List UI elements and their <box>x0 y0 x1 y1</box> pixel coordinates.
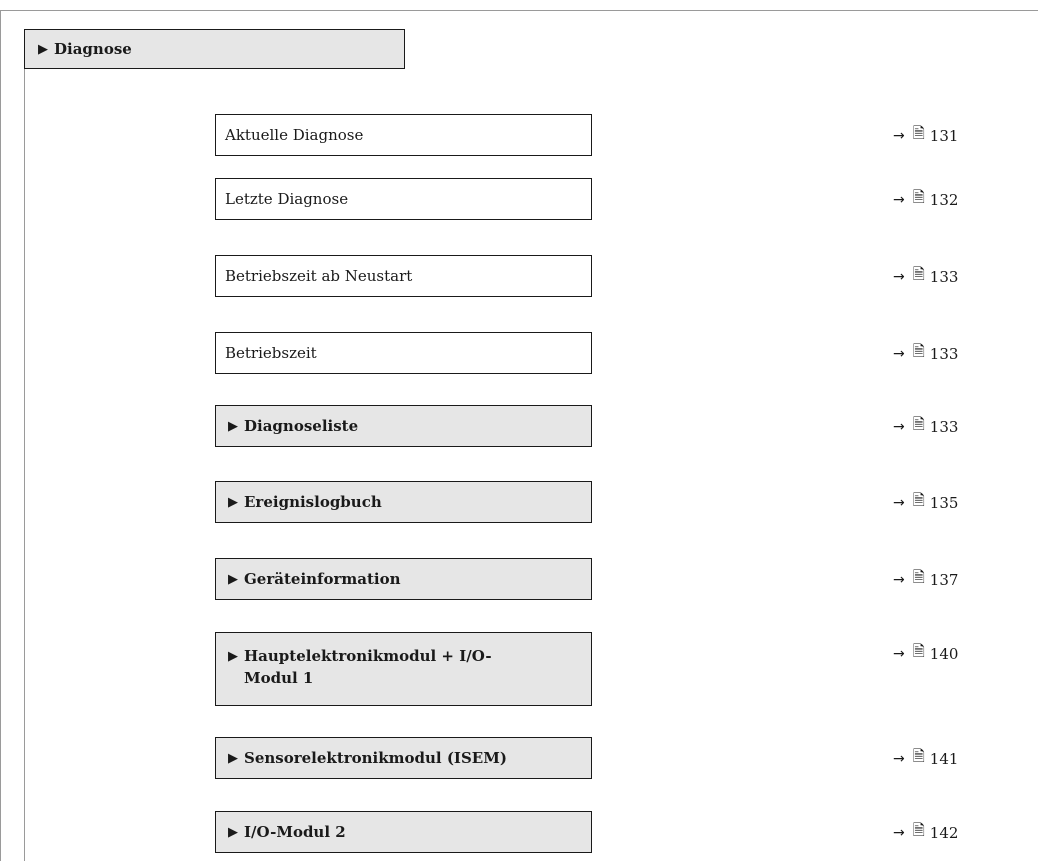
page-reference-icon: 🗎 <box>912 415 925 433</box>
param-label: Betriebszeit <box>225 344 317 362</box>
page-reference-icon: 🗎 <box>912 642 925 660</box>
arrow-right-icon: → <box>893 191 905 208</box>
param-label: Betriebszeit ab Neustart <box>225 267 413 285</box>
submenu-sensorelektronikmodul-isem[interactable]: ▶ Sensorelektronikmodul (ISEM) <box>215 737 592 779</box>
submenu-geraeteinformation[interactable]: ▶ Geräteinformation <box>215 558 592 600</box>
submenu-triangle-icon: ▶ <box>228 494 238 510</box>
page-reference[interactable]: → 🗎 133 <box>893 414 1013 439</box>
frame-top-border <box>0 10 1038 11</box>
submenu-label-line-1: Hauptelektronikmodul + I/O- <box>244 647 492 665</box>
page-number: 132 <box>929 190 959 209</box>
arrow-right-icon: → <box>893 127 905 144</box>
submenu-label-line-2: Modul 1 <box>244 669 314 687</box>
param-letzte-diagnose[interactable]: Letzte Diagnose <box>215 178 592 220</box>
submenu-label: Geräteinformation <box>244 570 401 588</box>
submenu-hauptelektronikmodul-io-modul-1[interactable]: ▶ Hauptelektronikmodul + I/O- Modul 1 <box>215 632 592 706</box>
param-aktuelle-diagnose[interactable]: Aktuelle Diagnose <box>215 114 592 156</box>
page-number: 142 <box>929 823 959 842</box>
page-number: 131 <box>929 126 959 145</box>
page-reference[interactable]: → 🗎 135 <box>893 490 1013 515</box>
arrow-right-icon: → <box>893 494 905 511</box>
page-reference-icon: 🗎 <box>912 124 925 142</box>
page-number: 135 <box>929 493 959 512</box>
submenu-label: Sensorelektronikmodul (ISEM) <box>244 749 507 767</box>
submenu-triangle-icon: ▶ <box>228 571 238 587</box>
arrow-right-icon: → <box>893 345 905 362</box>
param-label: Letzte Diagnose <box>225 190 349 208</box>
submenu-label: Diagnoseliste <box>244 417 359 435</box>
arrow-right-icon: → <box>893 750 905 767</box>
param-betriebszeit-ab-neustart[interactable]: Betriebszeit ab Neustart <box>215 255 592 297</box>
frame-left-border <box>0 10 1 861</box>
page-reference-icon: 🗎 <box>912 821 925 839</box>
page-reference-icon: 🗎 <box>912 491 925 509</box>
submenu-label: Ereignislogbuch <box>244 493 382 511</box>
submenu-triangle-icon: ▶ <box>228 824 238 840</box>
submenu-label: I/O-Modul 2 <box>244 823 346 841</box>
tree-connector-line <box>24 69 25 861</box>
submenu-triangle-icon: ▶ <box>228 649 238 664</box>
submenu-label: Hauptelektronikmodul + I/O- Modul 1 <box>244 645 492 689</box>
submenu-triangle-icon: ▶ <box>38 41 48 57</box>
menu-diagnose[interactable]: ▶ Diagnose <box>24 29 405 69</box>
page-reference[interactable]: → 🗎 133 <box>893 264 1013 289</box>
page-reference[interactable]: → 🗎 140 <box>893 641 1013 666</box>
page-number: 133 <box>929 267 959 286</box>
submenu-io-modul-2[interactable]: ▶ I/O-Modul 2 <box>215 811 592 853</box>
page-reference-icon: 🗎 <box>912 342 925 360</box>
submenu-diagnoseliste[interactable]: ▶ Diagnoseliste <box>215 405 592 447</box>
page-number: 137 <box>929 570 959 589</box>
page-reference[interactable]: → 🗎 142 <box>893 820 1013 845</box>
page-number: 140 <box>929 644 959 663</box>
page-reference[interactable]: → 🗎 133 <box>893 341 1013 366</box>
page-reference[interactable]: → 🗎 141 <box>893 746 1013 771</box>
param-betriebszeit[interactable]: Betriebszeit <box>215 332 592 374</box>
arrow-right-icon: → <box>893 418 905 435</box>
menu-diagnose-label: Diagnose <box>54 40 132 58</box>
page-reference-icon: 🗎 <box>912 265 925 283</box>
param-label: Aktuelle Diagnose <box>225 126 364 144</box>
arrow-right-icon: → <box>893 571 905 588</box>
submenu-ereignislogbuch[interactable]: ▶ Ereignislogbuch <box>215 481 592 523</box>
arrow-right-icon: → <box>893 268 905 285</box>
arrow-right-icon: → <box>893 824 905 841</box>
submenu-triangle-icon: ▶ <box>228 750 238 766</box>
page-number: 133 <box>929 417 959 436</box>
page-reference-icon: 🗎 <box>912 568 925 586</box>
page-number: 141 <box>929 749 959 768</box>
page-reference[interactable]: → 🗎 132 <box>893 187 1013 212</box>
page-reference[interactable]: → 🗎 137 <box>893 567 1013 592</box>
page-reference[interactable]: → 🗎 131 <box>893 123 1013 148</box>
page-number: 133 <box>929 344 959 363</box>
submenu-triangle-icon: ▶ <box>228 418 238 434</box>
arrow-right-icon: → <box>893 645 905 662</box>
page-reference-icon: 🗎 <box>912 188 925 206</box>
page-reference-icon: 🗎 <box>912 747 925 765</box>
